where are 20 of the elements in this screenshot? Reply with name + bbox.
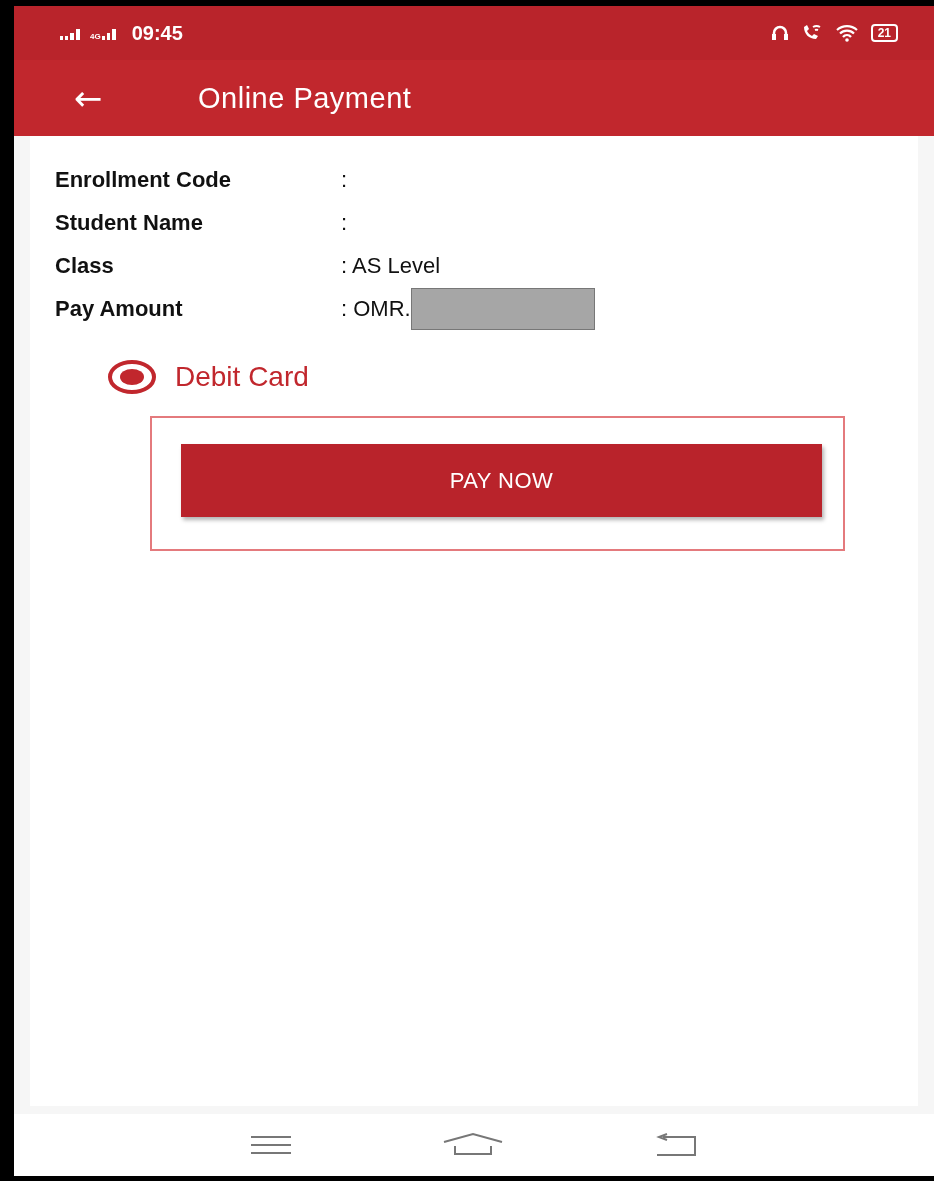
detail-value: :: [341, 209, 348, 236]
screen-title: Online Payment: [198, 81, 412, 115]
payment-option[interactable]: Debit Card: [107, 359, 309, 395]
detail-label: Student Name: [55, 209, 204, 236]
detail-value: : AS Level: [341, 252, 441, 279]
detail-value: : OMR.: [341, 295, 411, 322]
headphones-icon: [770, 24, 789, 42]
menu-icon[interactable]: [248, 1134, 293, 1156]
detail-value: :: [341, 166, 348, 193]
network-type-label: 4G: [90, 33, 101, 41]
radio-button[interactable]: [107, 359, 157, 395]
detail-label: Pay Amount: [55, 295, 184, 322]
detail-label: Enrollment Code: [55, 166, 232, 193]
pay-now-button[interactable]: PAY NOW: [181, 444, 822, 517]
status-time: 09:45: [131, 21, 183, 45]
battery-indicator: 21: [870, 24, 898, 42]
home-icon[interactable]: [442, 1132, 504, 1158]
wifi-icon: [834, 24, 859, 42]
detail-label: Class: [55, 252, 115, 279]
back-button[interactable]: ←: [64, 78, 112, 118]
